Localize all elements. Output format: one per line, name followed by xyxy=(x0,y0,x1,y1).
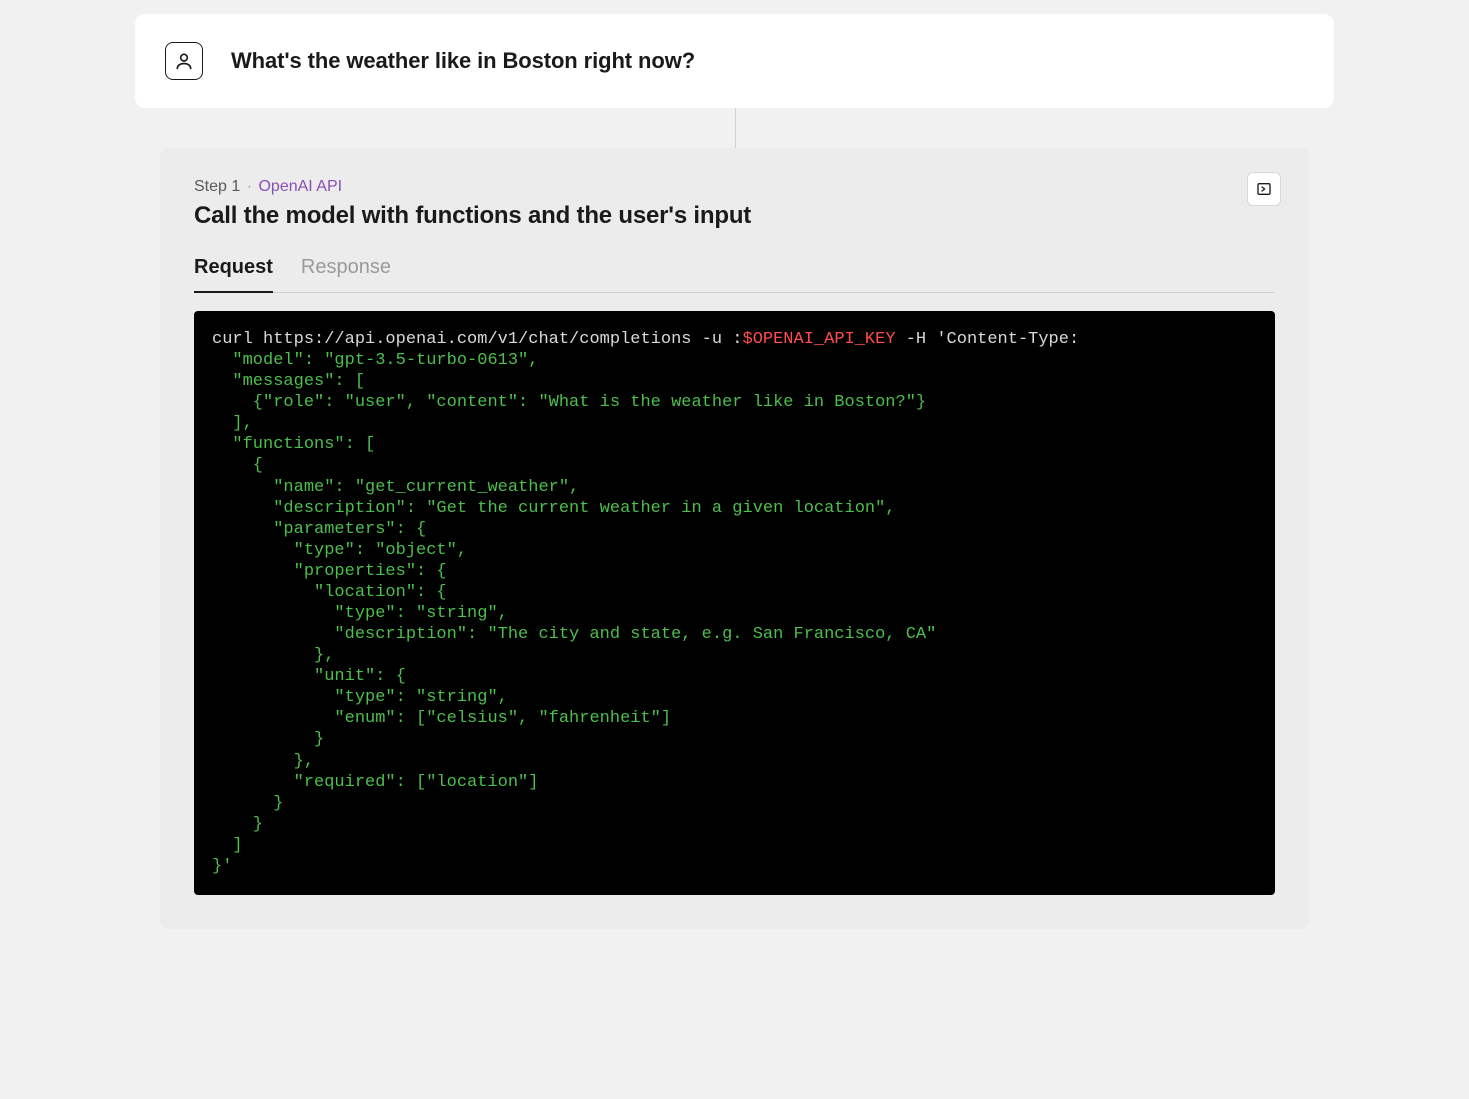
tab-request[interactable]: Request xyxy=(194,256,273,293)
code-block[interactable]: curl https://api.openai.com/v1/chat/comp… xyxy=(194,311,1275,895)
user-icon xyxy=(165,42,203,80)
code-after-var: -H 'Content-Type: xyxy=(896,330,1080,349)
step-card: Step 1 · OpenAI API Call the model with … xyxy=(160,148,1309,929)
code-body: "model": "gpt-3.5-turbo-0613", "messages… xyxy=(212,351,936,876)
user-message-card: What's the weather like in Boston right … xyxy=(135,14,1334,108)
page: What's the weather like in Boston right … xyxy=(0,0,1469,929)
code-env-var: $OPENAI_API_KEY xyxy=(743,330,896,349)
tab-response[interactable]: Response xyxy=(301,256,391,293)
connector-line xyxy=(135,108,1334,148)
expand-button[interactable] xyxy=(1247,172,1281,206)
step-api-label: OpenAI API xyxy=(258,178,342,195)
step-number: Step 1 xyxy=(194,178,240,195)
step-label: Step 1 · OpenAI API xyxy=(194,178,1275,196)
step-title: Call the model with functions and the us… xyxy=(194,202,1275,230)
code-command: curl https://api.openai.com/v1/chat/comp… xyxy=(212,330,743,349)
user-message-text: What's the weather like in Boston right … xyxy=(231,48,695,74)
code-tabs: Request Response xyxy=(194,256,1275,293)
